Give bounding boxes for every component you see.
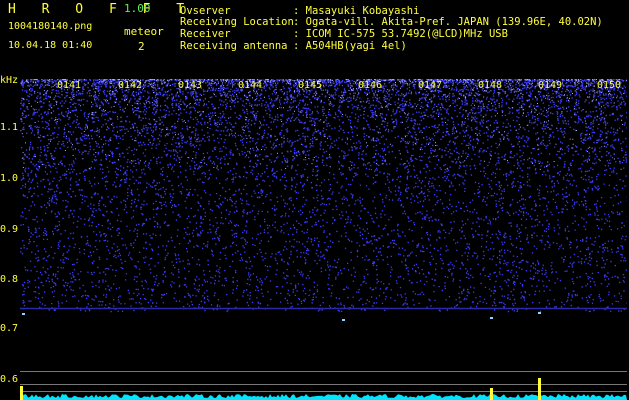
noise-speckle [20,79,627,313]
x-tick-0145: 0145 [298,80,323,91]
y-tick-0.6: 0.6 [0,374,19,385]
noise-bright-points [20,79,627,170]
datetime-label: 10.04.18 01:40 [8,40,93,51]
info-row-antenna: Receiving antenna : A504HB(yagi 4el) [180,41,407,52]
meteor-spike [538,378,541,400]
y-tick-0.9: 0.9 [0,224,19,235]
info-label: Receiving antenna [180,40,288,52]
y-tick-0.7: 0.7 [0,323,19,334]
meteor-spike [490,388,493,400]
info-row-observer: Ovserver: Masayuki Kobayashi [180,6,419,17]
x-tick-0144: 0144 [238,80,263,91]
meteor-spike [20,386,23,400]
noise-points [20,79,627,313]
x-tick-0148: 0148 [478,80,503,91]
spectrogram-canvas [20,79,627,400]
filename-label: 1004180140.png [8,21,93,32]
echo-mark [538,312,541,314]
spectrogram-plot [20,79,627,400]
x-tick-0146: 0146 [358,80,383,91]
y-tick-0.8: 0.8 [0,274,19,285]
info-value: : A504HB(yagi 4el) [293,40,407,52]
echo-mark [342,319,345,321]
bottom-trace [20,394,627,400]
info-row-location: Receiving Location: Ogata-vill. Akita-Pr… [180,17,603,28]
x-tick-0150: 0150 [597,80,622,91]
info-label: Receiver [180,28,231,40]
y-tick-1.1: 1.1 [0,122,19,133]
echo-mark [22,313,25,315]
app-title: H R O F F T [8,2,194,17]
x-tick-0147: 0147 [418,80,443,91]
meteor-count: 2 [138,40,145,53]
info-label: Receiving Location [180,16,294,28]
version-label: 1.00 [124,2,151,15]
x-tick-0143: 0143 [178,80,203,91]
info-value: : Ogata-vill. Akita-Pref. JAPAN (139.96E… [293,16,603,28]
x-tick-0149: 0149 [538,80,563,91]
y-unit-label: kHz [0,75,19,86]
meteor-label: meteor [124,25,164,38]
x-tick-0142: 0142 [118,80,143,91]
x-tick-0141: 0141 [57,80,82,91]
echo-mark [490,317,493,319]
info-value: : ICOM IC-575 53.7492(@LCD)MHz USB [293,28,508,40]
info-row-receiver: Receiver : ICOM IC-575 53.7492(@LCD)MHz U… [180,29,508,40]
y-tick-1.0: 1.0 [0,173,19,184]
info-label: Ovserver [180,5,231,17]
